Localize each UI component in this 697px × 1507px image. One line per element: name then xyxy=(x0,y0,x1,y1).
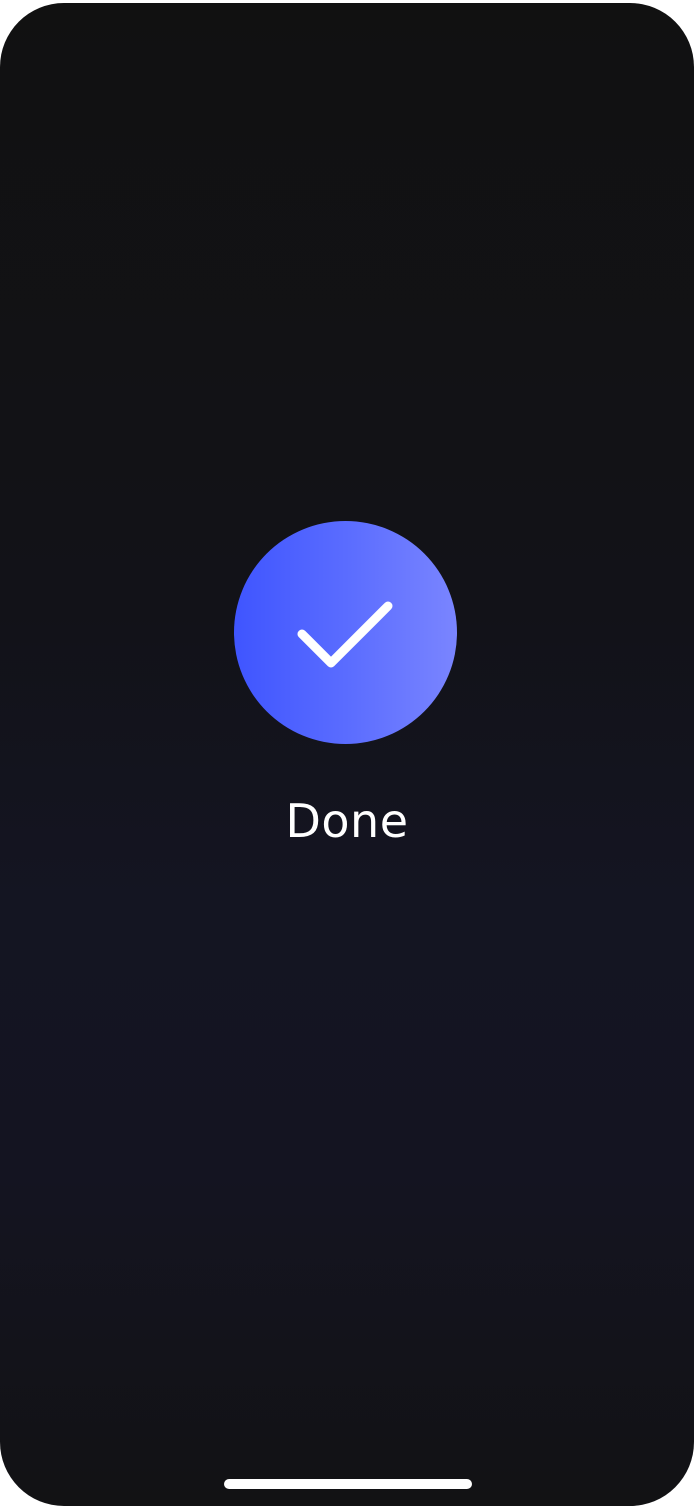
home-indicator[interactable] xyxy=(224,1479,472,1489)
success-badge xyxy=(234,521,457,744)
phone-screen: Done xyxy=(0,3,694,1506)
status-label: Done xyxy=(285,794,409,848)
checkmark-icon xyxy=(297,601,393,668)
